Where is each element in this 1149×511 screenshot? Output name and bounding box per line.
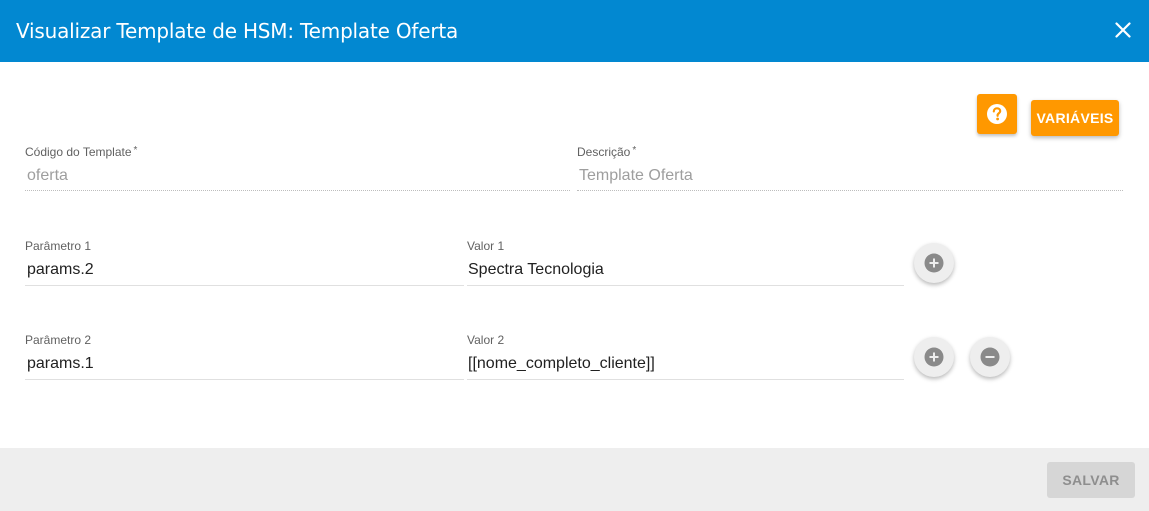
- param-1-value: params.2: [27, 261, 94, 278]
- template-code-value: oferta: [27, 167, 68, 184]
- close-icon: [1115, 22, 1131, 38]
- value-1-label: Valor 1: [467, 239, 505, 253]
- param-2-label: Parâmetro 2: [25, 333, 92, 347]
- field-underline: [467, 285, 904, 286]
- value-2-field[interactable]: Valor 2 [[nome_completo_cliente]]: [467, 333, 904, 381]
- value-2-label: Valor 2: [467, 333, 505, 347]
- dialog-header: Visualizar Template de HSM: Template Ofe…: [0, 0, 1149, 62]
- field-underline: [25, 190, 570, 191]
- required-mark: *: [133, 145, 138, 156]
- add-param-button[interactable]: [914, 243, 954, 283]
- field-underline: [577, 190, 1123, 191]
- field-underline: [25, 379, 464, 380]
- help-button[interactable]: [977, 94, 1017, 134]
- description-label: Descrição: [577, 145, 631, 159]
- dialog-footer: SALVAR: [0, 448, 1149, 511]
- template-code-label: Código do Template: [25, 145, 132, 159]
- param-2-field[interactable]: Parâmetro 2 params.1: [25, 333, 464, 381]
- remove-param-button[interactable]: [970, 337, 1010, 377]
- description-value: Template Oferta: [579, 167, 693, 184]
- template-code-field[interactable]: Código do Template * oferta: [25, 145, 570, 193]
- plus-circle-icon: [924, 253, 944, 273]
- value-1-field[interactable]: Valor 1 Spectra Tecnologia: [467, 239, 904, 287]
- save-button[interactable]: SALVAR: [1047, 462, 1135, 498]
- close-button[interactable]: [1109, 16, 1137, 44]
- question-circle-icon: [987, 104, 1007, 124]
- field-underline: [25, 285, 464, 286]
- value-2-value: [[nome_completo_cliente]]: [468, 355, 655, 372]
- description-field[interactable]: Descrição * Template Oferta: [577, 145, 1123, 193]
- field-underline: [467, 379, 904, 380]
- param-2-value: params.1: [27, 355, 94, 372]
- dialog-title: Visualizar Template de HSM: Template Ofe…: [16, 19, 459, 43]
- plus-circle-icon: [924, 347, 944, 367]
- param-1-field[interactable]: Parâmetro 1 params.2: [25, 239, 464, 287]
- minus-circle-icon: [980, 347, 1000, 367]
- add-param-button[interactable]: [914, 337, 954, 377]
- variables-button[interactable]: VARIÁVEIS: [1031, 100, 1119, 136]
- param-1-label: Parâmetro 1: [25, 239, 92, 253]
- value-1-value: Spectra Tecnologia: [468, 261, 604, 278]
- required-mark: *: [632, 145, 637, 156]
